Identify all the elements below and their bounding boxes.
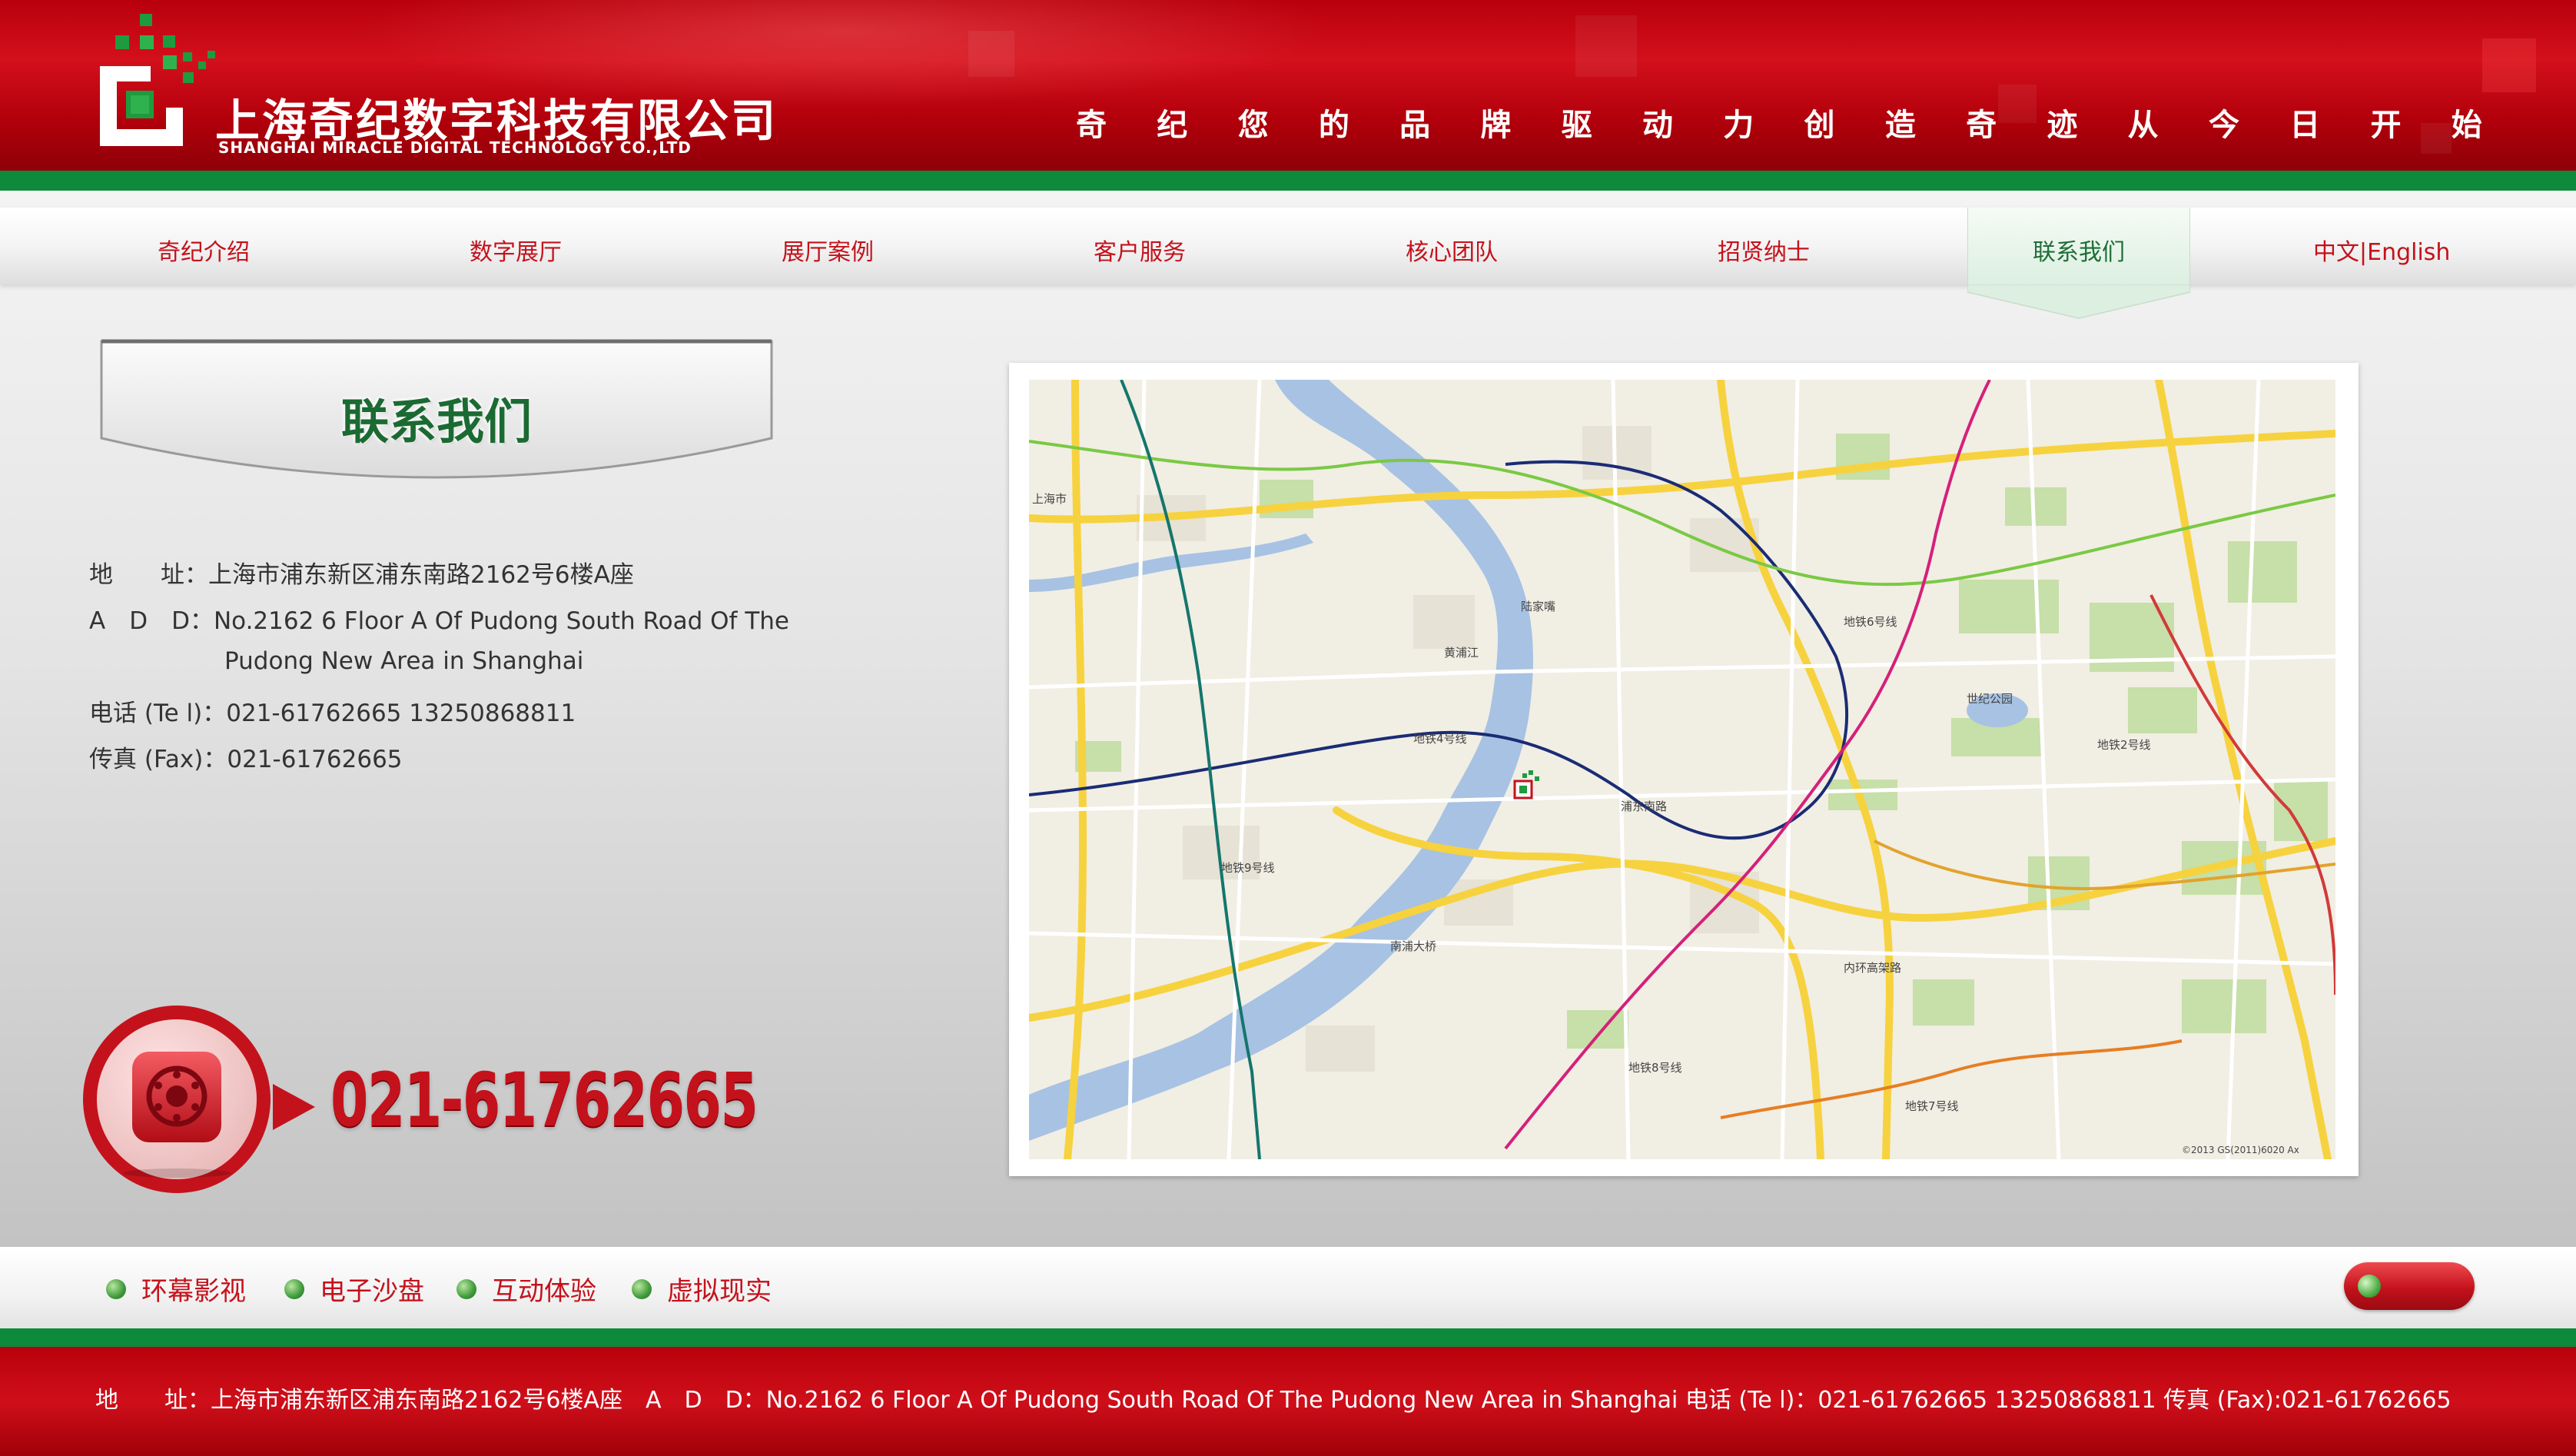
link-label: 互动体验 xyxy=(492,1276,596,1307)
slogan-char: 奇 xyxy=(1076,107,1107,143)
nav-item-customer-service[interactable]: 客户服务 xyxy=(1036,208,1243,284)
slogan-char: 今 xyxy=(2208,107,2239,143)
nav-item-core-team[interactable]: 核心团队 xyxy=(1348,208,1555,284)
toggle-knob-icon xyxy=(2358,1275,2381,1298)
link-virtual-reality[interactable]: 虚拟现实 xyxy=(632,1270,772,1308)
map-label: 地铁4号线 xyxy=(1413,732,1467,746)
slogan-char: 从 xyxy=(2127,107,2159,143)
tel-line: 电话 (Te l)：021-61762665 13250868811 xyxy=(89,693,576,728)
add-line: A D D：No.2162 6 Floor A Of Pudong South … xyxy=(89,601,789,636)
phone-badge xyxy=(83,1006,315,1193)
nav-item-digital-hall[interactable]: 数字展厅 xyxy=(412,208,619,284)
map-label: 上海市 xyxy=(1032,492,1067,506)
slogan-char: 日 xyxy=(2289,107,2321,143)
slogan-char: 始 xyxy=(2451,107,2482,143)
page-title: 联系我们 xyxy=(340,394,532,450)
lang-separator: | xyxy=(2359,239,2368,266)
tel-value: 021-61762665 13250868811 xyxy=(226,700,576,727)
link-label: 环幕影视 xyxy=(141,1276,246,1307)
map-label: 地铁9号线 xyxy=(1221,861,1275,875)
header-slogan: 奇 纪 您 的 品 牌 驱 动 力 创 造 奇 迹 从 今 日 开 始 xyxy=(1076,100,2482,145)
fax-line: 传真 (Fax)：021-61762665 xyxy=(89,740,403,774)
add-value-line1: No.2162 6 Floor A Of Pudong South Road O… xyxy=(213,607,789,635)
feature-links-bar: 环幕影视 电子沙盘 互动体验 虚拟现实 xyxy=(0,1247,2576,1330)
header-green-stripe xyxy=(0,171,2576,191)
tel-label: 电话 (Te l)： xyxy=(89,700,227,727)
nav-item-intro[interactable]: 奇纪介绍 xyxy=(100,208,307,284)
bullet-icon xyxy=(632,1278,652,1299)
bullet-icon xyxy=(284,1278,304,1299)
slogan-char: 力 xyxy=(1723,107,1754,143)
main-nav: 奇纪介绍 数字展厅 展厅案例 客户服务 核心团队 招贤纳士 联系我们 xyxy=(0,208,2576,284)
map-label: 南浦大桥 xyxy=(1390,939,1436,953)
slogan-char: 开 xyxy=(2370,107,2402,143)
footer-green-stripe xyxy=(0,1328,2576,1347)
footer: 地 址：上海市浦东新区浦东南路2162号6楼A座 A D D：No.2162 6… xyxy=(0,1347,2576,1456)
slogan-char: 迹 xyxy=(2047,107,2078,143)
add-line-2: Pudong New Area in Shanghai xyxy=(224,647,583,675)
link-immersive-film[interactable]: 环幕影视 xyxy=(106,1270,246,1308)
slogan-char: 您 xyxy=(1237,107,1269,143)
lang-chinese-link[interactable]: 中文 xyxy=(2313,239,2359,266)
bullet-icon xyxy=(106,1278,126,1299)
slogan-char: 造 xyxy=(1884,107,1916,143)
fax-value: 021-61762665 xyxy=(227,746,403,773)
nav-item-hall-cases[interactable]: 展厅案例 xyxy=(724,208,931,284)
link-label: 虚拟现实 xyxy=(667,1276,772,1307)
slogan-char: 纪 xyxy=(1157,107,1188,143)
bullet-icon xyxy=(456,1278,476,1299)
company-logo[interactable]: 上海奇纪数字科技有限公司 SHANGHAI MIRACLE DIGITAL TE… xyxy=(92,8,775,157)
map-label: 地铁7号线 xyxy=(1905,1099,1959,1113)
decor-square xyxy=(968,31,1014,77)
map-label: 黄浦江 xyxy=(1444,646,1479,660)
nav-active-indicator xyxy=(1967,284,2190,319)
address-value: 上海市浦东新区浦东南路2162号6楼A座 xyxy=(208,561,634,589)
slogan-char: 奇 xyxy=(1966,107,1997,143)
map-label: 世纪公园 xyxy=(1967,692,2013,706)
big-phone-number: 021-61762665 xyxy=(330,1057,759,1143)
link-interactive-experience[interactable]: 互动体验 xyxy=(456,1270,596,1308)
language-switcher: 中文|English xyxy=(2313,208,2450,284)
logo-english-name: SHANGHAI MIRACLE DIGITAL TECHNOLOGY CO.,… xyxy=(218,138,692,157)
lang-english-link[interactable]: English xyxy=(2367,239,2450,266)
link-label: 电子沙盘 xyxy=(320,1276,424,1307)
slogan-char: 牌 xyxy=(1480,107,1512,143)
nav-item-contact-us[interactable]: 联系我们 xyxy=(1967,208,2190,284)
decor-square xyxy=(2482,38,2536,92)
add-label: A D D： xyxy=(89,607,214,635)
logo-mark-icon xyxy=(100,14,215,146)
city-map-image[interactable]: 南浦大桥 内环高架路 地铁4号线 地铁6号线 地铁7号线 地铁2号线 地铁8号线… xyxy=(1029,380,2335,1159)
location-map[interactable]: 南浦大桥 内环高架路 地铁4号线 地铁6号线 地铁7号线 地铁2号线 地铁8号线… xyxy=(1009,363,2359,1176)
slogan-char: 的 xyxy=(1318,107,1349,143)
footer-contact-text: 地 址：上海市浦东新区浦东南路2162号6楼A座 A D D：No.2162 6… xyxy=(95,1387,2452,1414)
nav-item-careers[interactable]: 招贤纳士 xyxy=(1660,208,1867,284)
link-digital-sandbox[interactable]: 电子沙盘 xyxy=(284,1270,424,1308)
telephone-icon xyxy=(132,1052,221,1142)
address-line: 地 址：上海市浦东新区浦东南路2162号6楼A座 xyxy=(89,555,634,590)
header-banner: 上海奇纪数字科技有限公司 SHANGHAI MIRACLE DIGITAL TE… xyxy=(0,0,2576,171)
map-label: 浦东南路 xyxy=(1621,799,1667,813)
music-toggle-button[interactable] xyxy=(2344,1262,2475,1310)
address-label: 地 址： xyxy=(89,561,208,589)
slogan-char: 品 xyxy=(1399,107,1431,143)
fax-label: 传真 (Fax)： xyxy=(89,746,227,773)
contact-title-panel: 联系我们 xyxy=(98,338,775,507)
slogan-char: 动 xyxy=(1642,107,1673,143)
map-label: 地铁6号线 xyxy=(1844,615,1897,629)
add-value-line2: Pudong New Area in Shanghai xyxy=(224,647,584,675)
map-label: 地铁8号线 xyxy=(1628,1061,1682,1075)
slogan-char: 创 xyxy=(1804,107,1835,143)
map-label: 地铁2号线 xyxy=(2097,738,2151,752)
map-copyright: ©2013 GS(2011)6020 Ax xyxy=(2182,1145,2299,1155)
map-label: 内环高架路 xyxy=(1844,961,1901,975)
decor-square xyxy=(1575,15,1637,77)
map-label: 陆家嘴 xyxy=(1521,600,1555,613)
slogan-char: 驱 xyxy=(1561,107,1592,143)
